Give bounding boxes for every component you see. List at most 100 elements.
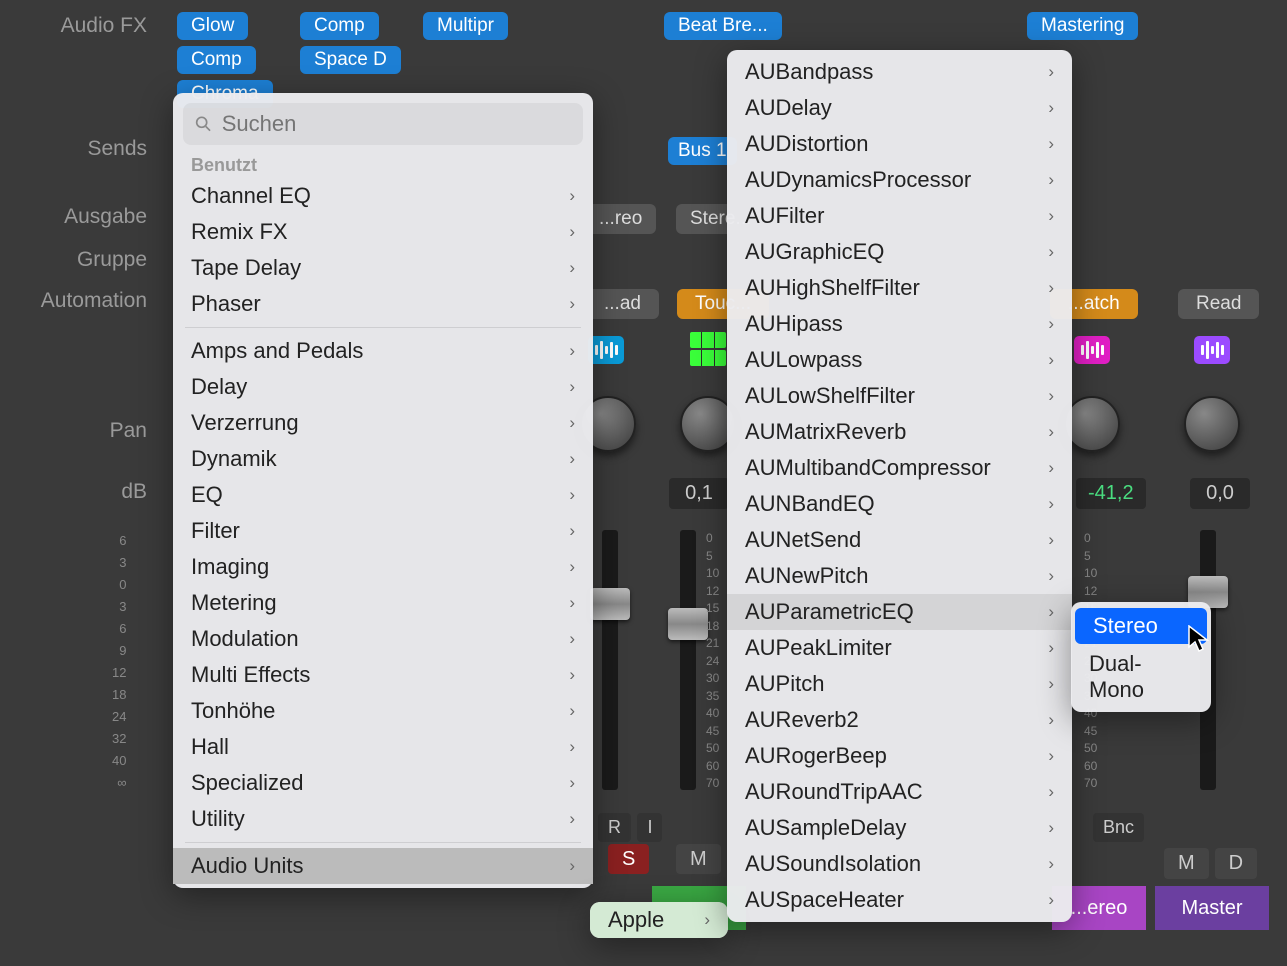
menu-item-aurogerbeep[interactable]: AURogerBeep› [727, 738, 1072, 774]
menu-item-auspaceheater[interactable]: AUSpaceHeater› [727, 882, 1072, 918]
menu-item-aulowpass[interactable]: AULowpass› [727, 342, 1072, 378]
fx-chip-mastering[interactable]: Mastering [1027, 12, 1138, 40]
menu-item-aureverb2[interactable]: AUReverb2› [727, 702, 1072, 738]
waveform-icon-1[interactable] [588, 336, 624, 364]
label-pan: Pan [0, 419, 155, 443]
fx-chip-multipr[interactable]: Multipr [423, 12, 508, 40]
manufacturer-menu[interactable]: Apple› [590, 902, 728, 938]
menu-item-aupitch[interactable]: AUPitch› [727, 666, 1072, 702]
fader-scale-2: 0510121518212430354045506070 [706, 530, 719, 793]
menu-item-ausoundisolation[interactable]: AUSoundIsolation› [727, 846, 1072, 882]
plugin-search[interactable] [183, 103, 583, 145]
fader-2[interactable] [680, 530, 696, 790]
menu-item-audistortion[interactable]: AUDistortion› [727, 126, 1072, 162]
chevron-right-icon: › [1048, 746, 1054, 766]
menu-item-aulowshelf[interactable]: AULowShelfFilter› [727, 378, 1072, 414]
menu-item-stereo[interactable]: Stereo [1075, 608, 1207, 644]
chevron-right-icon: › [1048, 134, 1054, 154]
chevron-right-icon: › [1048, 494, 1054, 514]
menu-item-reverb[interactable]: Hall› [173, 729, 593, 765]
label-audiofx: Audio FX [0, 14, 155, 38]
automation-read-2[interactable]: Read [1178, 289, 1259, 319]
menu-item-auroundtripaac[interactable]: AURoundTripAAC› [727, 774, 1072, 810]
chevron-right-icon: › [1048, 242, 1054, 262]
input-monitor-button[interactable]: I [637, 813, 662, 842]
menu-item-metering[interactable]: Metering› [173, 585, 593, 621]
pan-knob-4[interactable] [1184, 396, 1240, 452]
menu-divider [185, 327, 581, 328]
menu-item-dynamics[interactable]: Dynamik› [173, 441, 593, 477]
search-icon [195, 115, 212, 133]
fx-chip-comp1[interactable]: Comp [177, 46, 256, 74]
chevron-right-icon: › [1048, 278, 1054, 298]
fx-chip-spaced[interactable]: Space D [300, 46, 401, 74]
menu-item-audiounits[interactable]: Audio Units› [173, 848, 593, 884]
menu-item-imaging[interactable]: Imaging› [173, 549, 593, 585]
mute-button-1[interactable]: M [676, 844, 721, 874]
record-enable-button[interactable]: R [598, 813, 631, 842]
chevron-right-icon: › [1048, 638, 1054, 658]
menu-item-auhipass[interactable]: AUHipass› [727, 306, 1072, 342]
menu-item-aumatrixreverb[interactable]: AUMatrixReverb› [727, 414, 1072, 450]
menu-item-filter[interactable]: Filter› [173, 513, 593, 549]
label-gruppe: Gruppe [0, 248, 155, 272]
menu-item-ausampledelay[interactable]: AUSampleDelay› [727, 810, 1072, 846]
solo-button[interactable]: S [608, 844, 649, 874]
plugin-menu[interactable]: Benutzt Channel EQ› Remix FX› Tape Delay… [173, 93, 593, 888]
dim-button[interactable]: D [1215, 848, 1257, 879]
menu-item-phaser[interactable]: Phaser› [173, 286, 593, 322]
menu-item-pitch[interactable]: Tonhöhe› [173, 693, 593, 729]
menu-item-channeleq[interactable]: Channel EQ› [173, 178, 593, 214]
menu-item-aunetsend[interactable]: AUNetSend› [727, 522, 1072, 558]
menu-item-distortion[interactable]: Verzerrung› [173, 405, 593, 441]
menu-item-multieffects[interactable]: Multi Effects› [173, 657, 593, 693]
bounce-button[interactable]: Bnc [1093, 813, 1144, 842]
eq-icon[interactable] [690, 332, 726, 366]
track-footer-master[interactable]: Master [1155, 886, 1269, 930]
menu-item-dualmono[interactable]: Dual-Mono [1071, 646, 1211, 708]
fader-1[interactable] [602, 530, 618, 790]
menu-item-aunewpitch[interactable]: AUNewPitch› [727, 558, 1072, 594]
menu-item-apple[interactable]: Apple› [590, 902, 728, 938]
fx-chip-comp2[interactable]: Comp [300, 12, 379, 40]
menu-item-aufilter[interactable]: AUFilter› [727, 198, 1072, 234]
chevron-right-icon: › [569, 413, 575, 433]
label-sends: Sends [0, 137, 155, 161]
db-value-3[interactable]: 0,0 [1190, 478, 1250, 509]
au-plugin-menu[interactable]: AUBandpass› AUDelay› AUDistortion› AUDyn… [727, 50, 1072, 922]
fx-chip-beatbreaker[interactable]: Beat Bre... [664, 12, 782, 40]
chevron-right-icon: › [569, 737, 575, 757]
chevron-right-icon: › [569, 222, 575, 242]
plugin-search-input[interactable] [222, 111, 571, 137]
menu-item-aumultiband[interactable]: AUMultibandCompressor› [727, 450, 1072, 486]
chevron-right-icon: › [1048, 350, 1054, 370]
waveform-icon-2[interactable] [1074, 336, 1110, 364]
menu-item-auparametriceq[interactable]: AUParametricEQ› [727, 594, 1072, 630]
menu-item-aunbandeq[interactable]: AUNBandEQ› [727, 486, 1072, 522]
fx-chip-glow[interactable]: Glow [177, 12, 248, 40]
menu-item-utility[interactable]: Utility› [173, 801, 593, 837]
channel-mode-menu[interactable]: Stereo Dual-Mono [1071, 602, 1211, 712]
menu-item-tapedelay[interactable]: Tape Delay› [173, 250, 593, 286]
menu-item-amps[interactable]: Amps and Pedals› [173, 333, 593, 369]
menu-item-delay[interactable]: Delay› [173, 369, 593, 405]
chevron-right-icon: › [569, 593, 575, 613]
menu-item-modulation[interactable]: Modulation› [173, 621, 593, 657]
menu-item-specialized[interactable]: Specialized› [173, 765, 593, 801]
menu-item-aupeaklimiter[interactable]: AUPeakLimiter› [727, 630, 1072, 666]
menu-item-auhighshelf[interactable]: AUHighShelfFilter› [727, 270, 1072, 306]
automation-read-1[interactable]: ...ad [586, 289, 659, 319]
pan-knob-3[interactable] [1064, 396, 1120, 452]
waveform-icon-3[interactable] [1194, 336, 1230, 364]
output-stereo-1[interactable]: ...reo [585, 204, 656, 234]
chevron-right-icon: › [1048, 674, 1054, 694]
menu-item-audynamics[interactable]: AUDynamicsProcessor› [727, 162, 1072, 198]
menu-item-eq[interactable]: EQ› [173, 477, 593, 513]
db-value-1[interactable]: 0,1 [669, 478, 729, 509]
menu-item-remixfx[interactable]: Remix FX› [173, 214, 593, 250]
menu-item-augraphiceq[interactable]: AUGraphicEQ› [727, 234, 1072, 270]
mute-button-2[interactable]: M [1164, 848, 1209, 879]
menu-item-audelay[interactable]: AUDelay› [727, 90, 1072, 126]
db-value-2[interactable]: -41,2 [1076, 478, 1146, 509]
menu-item-aubandpass[interactable]: AUBandpass› [727, 54, 1072, 90]
